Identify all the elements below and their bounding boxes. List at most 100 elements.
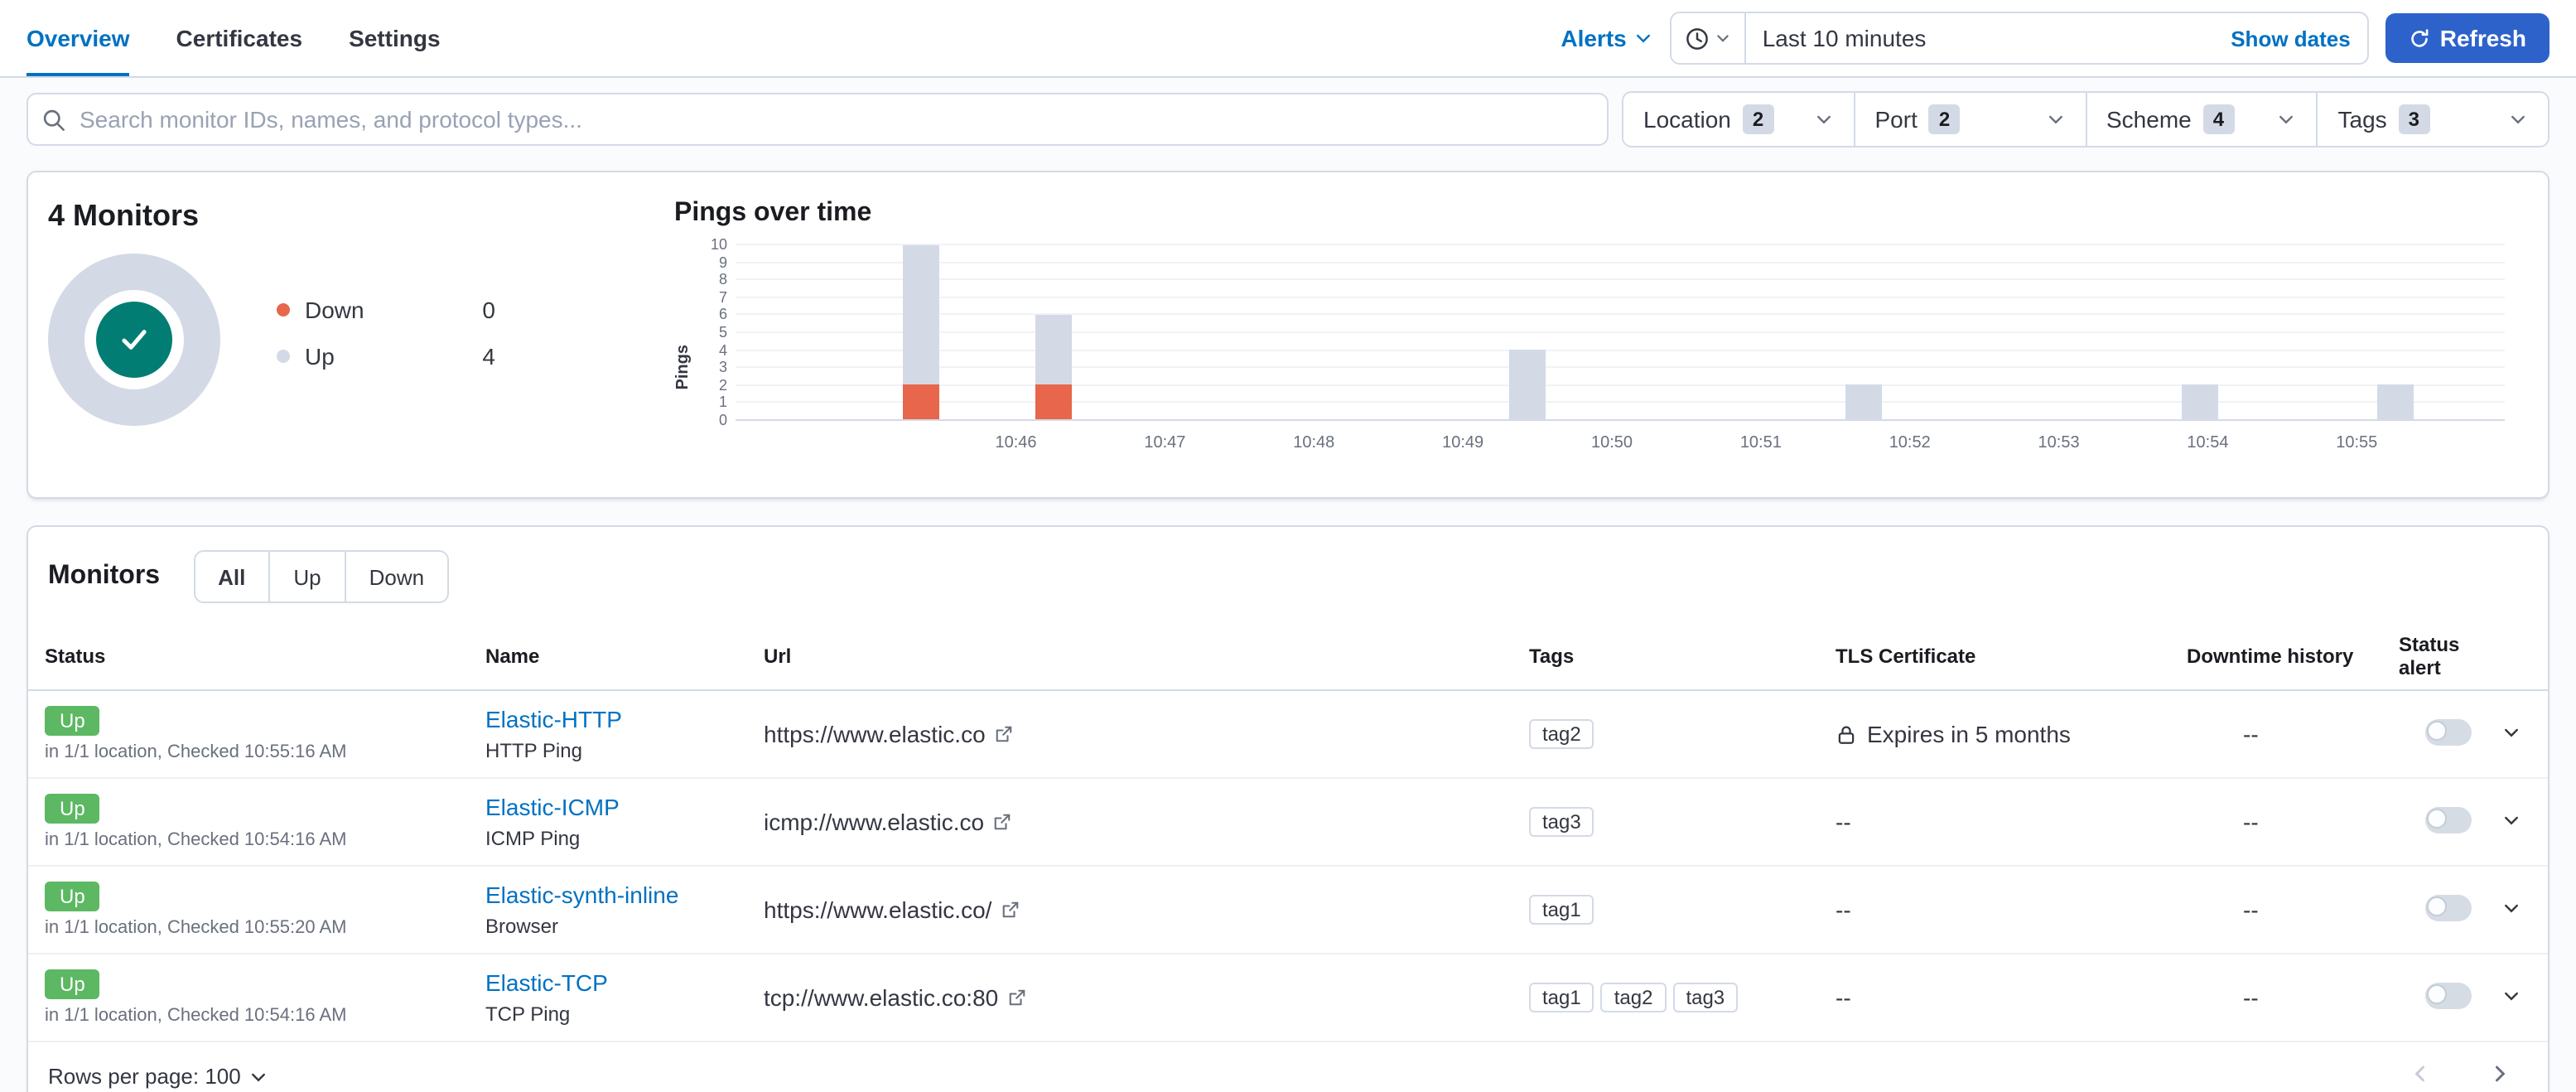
y-tick-label: 7 bbox=[718, 288, 727, 306]
tags-cell: tag2 bbox=[1516, 690, 1822, 779]
url-cell-wrap: https://www.elastic.co/ bbox=[750, 866, 1516, 954]
lock-icon bbox=[1836, 723, 1857, 745]
chart-title: Pings over time bbox=[674, 199, 872, 227]
filter-port[interactable]: Port 2 bbox=[1853, 93, 2085, 146]
tab-certificates[interactable]: Certificates bbox=[176, 0, 303, 76]
monitor-name-link[interactable]: Elastic-ICMP bbox=[485, 794, 620, 820]
filter-location[interactable]: Location 2 bbox=[1623, 93, 1854, 146]
filter-group: Location 2 Port 2 Scheme 4 Tags 3 bbox=[1622, 91, 2549, 147]
time-range-value[interactable]: Last 10 minutes bbox=[1746, 25, 1943, 51]
external-link-icon bbox=[1000, 900, 1020, 920]
filter-scheme[interactable]: Scheme 4 bbox=[2085, 93, 2317, 146]
name-cell: Elastic-ICMP ICMP Ping bbox=[472, 778, 750, 867]
rows-per-page-select[interactable]: Rows per page: 100 bbox=[48, 1064, 269, 1089]
table-footer: Rows per page: 100 bbox=[28, 1042, 2548, 1092]
expand-row-button[interactable] bbox=[2498, 806, 2525, 838]
monitor-url-link[interactable]: https://www.elastic.co bbox=[764, 721, 986, 747]
column-header-status-alert: Status alert bbox=[2385, 623, 2485, 691]
status-detail: in 1/1 location, Checked 10:55:20 AM bbox=[45, 918, 347, 938]
show-dates-link[interactable]: Show dates bbox=[2231, 26, 2367, 51]
chevron-down-icon bbox=[249, 1066, 269, 1086]
status-alert-toggle[interactable] bbox=[2425, 806, 2472, 833]
toggle-knob bbox=[2427, 896, 2447, 916]
monitor-name-link[interactable]: Elastic-HTTP bbox=[485, 706, 622, 732]
monitor-name-link[interactable]: Elastic-synth-inline bbox=[485, 882, 678, 908]
table-header-row: Status Name Url Tags TLS Certificate Downtime… bbox=[28, 623, 2548, 691]
monitors-filter-up[interactable]: Up bbox=[268, 552, 345, 602]
status-alert-toggle[interactable] bbox=[2425, 894, 2472, 920]
overview-panel: 4 Monitors Down 0 Up 4 Pings over time P… bbox=[27, 171, 2549, 499]
filter-tags[interactable]: Tags 3 bbox=[2316, 93, 2548, 146]
tag-badge[interactable]: tag3 bbox=[1529, 807, 1594, 837]
monitors-filter-down[interactable]: Down bbox=[344, 552, 448, 602]
alerts-dropdown[interactable]: Alerts bbox=[1561, 25, 1652, 51]
tag-badge[interactable]: tag2 bbox=[1529, 719, 1594, 749]
up-pings-segment bbox=[1845, 384, 1883, 419]
up-pings-segment bbox=[1035, 315, 1073, 384]
up-pings-segment bbox=[903, 245, 940, 384]
column-header-expand bbox=[2485, 623, 2548, 691]
ping-bar bbox=[1509, 245, 1546, 419]
name-cell: Elastic-HTTP HTTP Ping bbox=[472, 690, 750, 779]
filter-count-badge: 4 bbox=[2202, 104, 2235, 134]
status-cell: Up in 1/1 location, Checked 10:54:16 AM bbox=[28, 954, 472, 1042]
chevron-down-icon bbox=[1814, 109, 1834, 129]
url-cell-wrap: tcp://www.elastic.co:80 bbox=[750, 954, 1516, 1042]
status-detail: in 1/1 location, Checked 10:54:16 AM bbox=[45, 830, 347, 850]
gridline bbox=[736, 384, 2505, 386]
monitor-url: https://www.elastic.co/ bbox=[764, 896, 1503, 923]
column-header-tls-certificate: TLS Certificate bbox=[1822, 623, 2173, 691]
tag-badge[interactable]: tag1 bbox=[1529, 895, 1594, 925]
url-cell-wrap: icmp://www.elastic.co bbox=[750, 778, 1516, 867]
y-tick-label: 4 bbox=[718, 341, 727, 359]
next-page-button[interactable] bbox=[2478, 1061, 2521, 1092]
downtime-history-cell: -- bbox=[2173, 866, 2385, 954]
monitor-name-link[interactable]: Elastic-TCP bbox=[485, 969, 608, 996]
tag-badge[interactable]: tag2 bbox=[1600, 983, 1667, 1012]
monitor-url-link[interactable]: icmp://www.elastic.co bbox=[764, 809, 984, 835]
expand-cell bbox=[2485, 690, 2548, 779]
tag-badge[interactable]: tag1 bbox=[1529, 983, 1594, 1012]
column-header-name: Name bbox=[472, 623, 750, 691]
y-tick-label: 6 bbox=[718, 306, 727, 323]
up-pings-segment bbox=[1509, 350, 1546, 419]
chevron-down-icon bbox=[2501, 897, 2521, 917]
toggle-knob bbox=[2427, 808, 2447, 828]
monitors-filter-all[interactable]: All bbox=[195, 552, 269, 602]
gridline bbox=[736, 349, 2505, 351]
time-quick-select-button[interactable] bbox=[1671, 13, 1746, 63]
status-alert-toggle[interactable] bbox=[2425, 718, 2472, 745]
monitor-url-link[interactable]: https://www.elastic.co/ bbox=[764, 896, 991, 923]
tls-certificate: -- bbox=[1836, 984, 2160, 1011]
status-badge: Up bbox=[45, 882, 100, 911]
expand-row-button[interactable] bbox=[2498, 718, 2525, 750]
pings-bar-chart: 0 1 2 3 4 5 6 7 8 9 10 bbox=[711, 237, 2505, 428]
expand-row-button[interactable] bbox=[2498, 894, 2525, 925]
x-axis-ticks: 10:46 10:47 10:48 10:49 10:50 10:51 10:52 10:53… bbox=[736, 434, 2488, 461]
pings-chart-section: Pings over time Pings 0 1 2 3 4 5 6 7 8 9 10 10:46… bbox=[649, 172, 2548, 497]
status-alert-cell bbox=[2385, 778, 2485, 867]
x-tick-label: 10:50 bbox=[1590, 434, 1633, 452]
monitor-url-link[interactable]: tcp://www.elastic.co:80 bbox=[764, 984, 998, 1011]
tab-settings[interactable]: Settings bbox=[349, 0, 440, 76]
chevron-down-icon bbox=[2277, 109, 2297, 129]
tab-overview[interactable]: Overview bbox=[27, 0, 130, 76]
up-pings-segment bbox=[2182, 384, 2219, 419]
external-link-icon bbox=[1006, 988, 1026, 1007]
expand-row-button[interactable] bbox=[2498, 982, 2525, 1013]
status-alert-toggle[interactable] bbox=[2425, 982, 2472, 1008]
previous-page-button[interactable] bbox=[2399, 1061, 2442, 1092]
legend-value: 0 bbox=[482, 297, 495, 323]
status-badge: Up bbox=[45, 969, 100, 999]
search-input[interactable] bbox=[76, 104, 1594, 134]
top-navigation-bar: Overview Certificates Settings Alerts Last bbox=[0, 0, 2576, 78]
chevron-down-icon bbox=[2501, 809, 2521, 829]
tls-certificate: -- bbox=[1836, 896, 2160, 923]
status-badge: Up bbox=[45, 794, 100, 824]
chevron-down-icon bbox=[2508, 109, 2528, 129]
chevron-down-icon bbox=[1715, 30, 1731, 46]
monitor-url: icmp://www.elastic.co bbox=[764, 809, 1503, 835]
chevron-left-icon bbox=[2409, 1062, 2432, 1085]
tag-badge[interactable]: tag3 bbox=[1672, 983, 1739, 1012]
refresh-button[interactable]: Refresh bbox=[2385, 13, 2549, 63]
